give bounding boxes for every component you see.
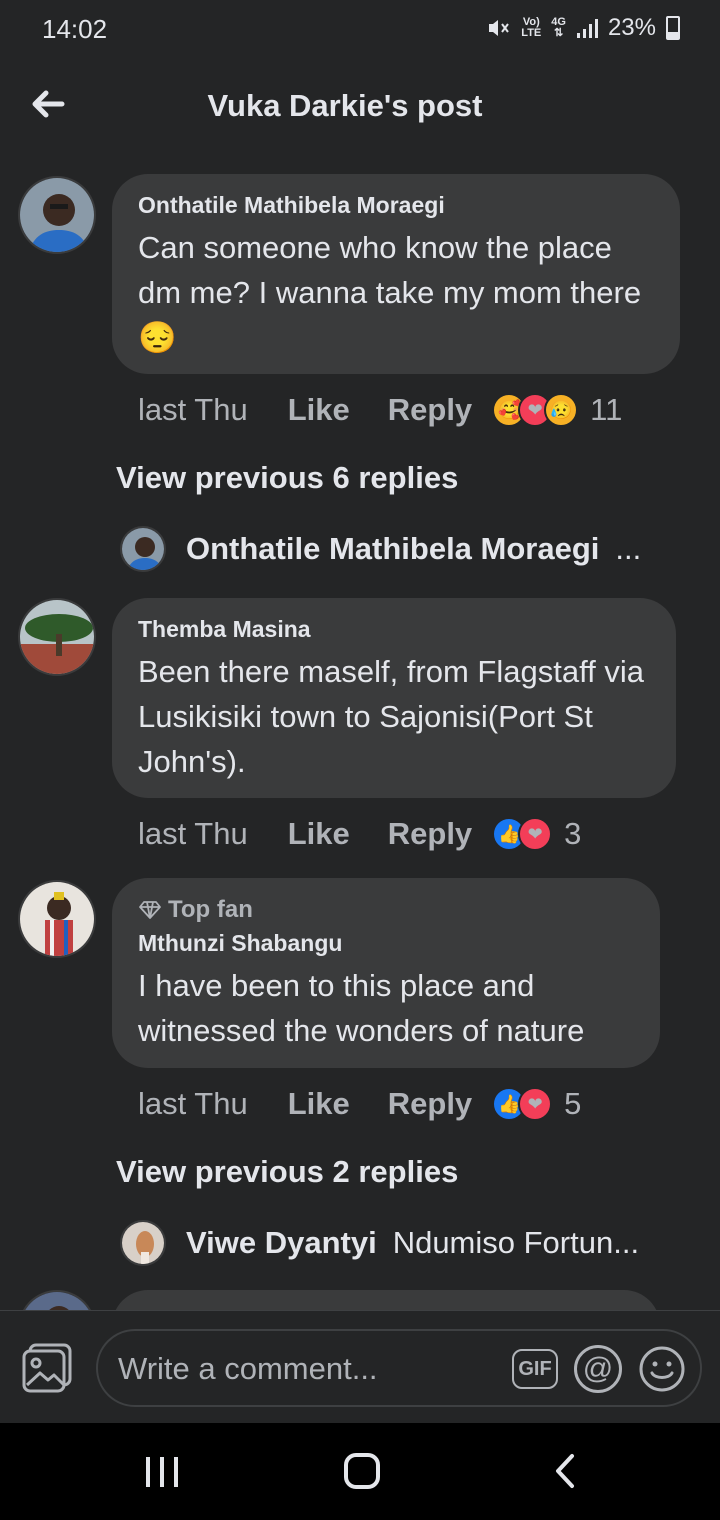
view-previous-replies[interactable]: View previous 6 replies	[116, 460, 458, 496]
comment-time[interactable]: last Thu	[138, 1086, 248, 1122]
comment-text: I have been to this place and witnessed …	[138, 968, 585, 1048]
comment-actions: last Thu Like Reply 👍 ❤ 5	[138, 1084, 581, 1124]
reply-button[interactable]: Reply	[388, 1086, 472, 1122]
pensive-emoji: 😔	[138, 320, 177, 355]
network-type-indicator: 4G ⇅	[551, 16, 566, 39]
reply-button[interactable]: Reply	[388, 816, 472, 852]
reply-preview-text: Ndumiso Fortun...	[392, 1225, 640, 1260]
header: Vuka Darkie's post	[0, 60, 720, 156]
reaction-count: 5	[564, 1086, 582, 1121]
comment-input-container[interactable]: GIF @	[96, 1329, 702, 1407]
comment-text: Been there maself, from Flagstaff via Lu…	[138, 654, 644, 779]
mute-icon	[489, 20, 510, 36]
nav-back-icon[interactable]	[550, 1453, 580, 1489]
avatar[interactable]	[18, 176, 96, 254]
home-icon[interactable]	[344, 1453, 380, 1489]
comment-composer: GIF @	[0, 1311, 720, 1423]
photo-icon[interactable]	[20, 1341, 74, 1395]
comments-feed[interactable]: Onthatile Mathibela Moraegi Can someone …	[0, 156, 720, 1310]
like-button[interactable]: Like	[288, 1086, 350, 1122]
diamond-icon	[139, 901, 161, 919]
love-reaction-icon: ❤	[518, 1087, 553, 1121]
comment-time[interactable]: last Thu	[138, 816, 248, 852]
mention-button[interactable]: @	[574, 1345, 622, 1393]
comment-author[interactable]: Themba Masina	[138, 616, 650, 643]
comment-bubble[interactable]	[112, 1290, 660, 1310]
comment-bubble[interactable]: Themba Masina Been there maself, from Fl…	[112, 598, 676, 798]
battery-percent: 23%	[607, 14, 656, 41]
reply-preview[interactable]: Viwe Dyantyi Ndumiso Fortun...	[120, 1218, 639, 1268]
comment-actions: last Thu Like Reply 👍 ❤ 3	[138, 814, 581, 854]
comment-author[interactable]: Onthatile Mathibela Moraegi	[138, 192, 654, 219]
comment-bubble[interactable]: Top fan Mthunzi Shabangu I have been to …	[112, 878, 660, 1068]
like-button[interactable]: Like	[288, 816, 350, 852]
signal-icon	[576, 19, 598, 38]
status-time: 14:02	[42, 14, 108, 44]
reply-preview-author: Viwe Dyantyi	[186, 1225, 377, 1260]
comment-input[interactable]	[118, 1351, 498, 1387]
love-reaction-icon: ❤	[518, 817, 553, 851]
status-bar: 14:02 Vo) LTE 4G ⇅ 23%	[0, 0, 720, 60]
sad-reaction-icon: 😥	[544, 393, 579, 427]
emoji-icon[interactable]	[638, 1345, 686, 1393]
avatar[interactable]	[18, 598, 96, 676]
comment-text: Can someone who know the place dm me? I …	[138, 230, 642, 355]
reply-button[interactable]: Reply	[388, 392, 472, 428]
comment-author[interactable]: Mthunzi Shabangu	[138, 930, 634, 957]
comment-time[interactable]: last Thu	[138, 392, 248, 428]
avatar	[120, 1220, 166, 1266]
avatar	[120, 526, 166, 572]
like-button[interactable]: Like	[288, 392, 350, 428]
battery-icon	[666, 16, 680, 40]
reaction-count: 3	[564, 816, 582, 851]
comment-actions: last Thu Like Reply 🥰 ❤ 😥 11	[138, 390, 622, 430]
top-fan-badge: Top fan	[138, 896, 634, 924]
reply-preview-author: Onthatile Mathibela Moraegi	[186, 531, 600, 566]
reaction-count: 11	[590, 392, 623, 427]
system-nav-bar	[0, 1423, 720, 1520]
recent-apps-icon[interactable]	[144, 1455, 180, 1489]
gif-button[interactable]: GIF	[512, 1349, 558, 1389]
page-title: Vuka Darkie's post	[207, 88, 483, 123]
avatar[interactable]	[18, 1290, 96, 1310]
avatar[interactable]	[18, 880, 96, 958]
reply-preview[interactable]: Onthatile Mathibela Moraegi ...	[120, 524, 641, 574]
volte-indicator: Vo) LTE	[521, 16, 542, 39]
reaction-summary[interactable]: 🥰 ❤ 😥 11	[492, 392, 622, 428]
view-previous-replies[interactable]: View previous 2 replies	[116, 1154, 458, 1190]
comment-bubble[interactable]: Onthatile Mathibela Moraegi Can someone …	[112, 174, 680, 374]
reaction-summary[interactable]: 👍 ❤ 5	[492, 1086, 581, 1122]
reply-preview-text: ...	[615, 531, 642, 566]
reaction-summary[interactable]: 👍 ❤ 3	[492, 816, 581, 852]
status-icons: Vo) LTE 4G ⇅ 23%	[487, 14, 680, 42]
